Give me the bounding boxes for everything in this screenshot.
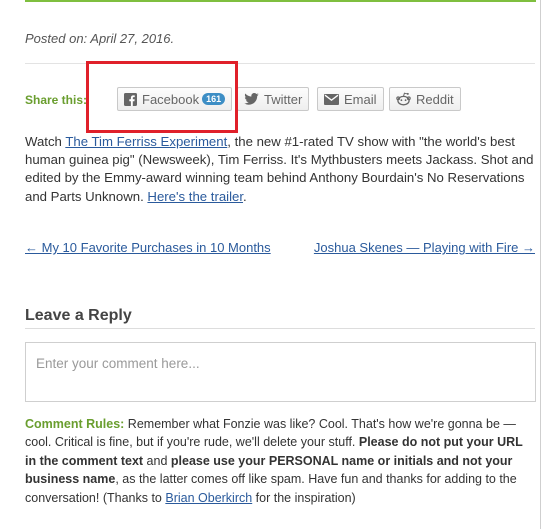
email-share-button[interactable]: Email xyxy=(317,87,384,111)
twitter-share-button[interactable]: Twitter xyxy=(237,87,310,111)
right-border xyxy=(540,0,541,529)
previous-post-link[interactable]: ← My 10 Favorite Purchases in 10 Months xyxy=(25,240,271,255)
comment-rules-label: Comment Rules: xyxy=(25,417,125,431)
body-text: . xyxy=(243,188,247,204)
next-post-link[interactable]: Joshua Skenes — Playing with Fire → xyxy=(314,240,535,255)
leave-reply-heading: Leave a Reply xyxy=(25,307,132,324)
comment-rules: Comment Rules: Remember what Fonzie was … xyxy=(25,415,537,507)
posted-date: Posted on: April 27, 2016. xyxy=(25,31,175,46)
divider xyxy=(25,328,535,329)
twitter-icon xyxy=(244,93,259,105)
email-icon xyxy=(324,93,339,105)
reddit-icon xyxy=(396,92,411,106)
body-text: Watch xyxy=(25,134,66,149)
reddit-share-button[interactable]: Reddit xyxy=(389,87,461,111)
rules-text: and xyxy=(143,453,171,468)
comment-input[interactable] xyxy=(25,342,536,402)
reddit-share-label: Reddit xyxy=(416,91,454,107)
twitter-share-label: Twitter xyxy=(264,91,303,107)
email-share-label: Email xyxy=(344,91,377,107)
share-label: Share this: xyxy=(25,93,88,107)
trailer-link[interactable]: Here's the trailer xyxy=(147,189,243,204)
brian-oberkirch-link[interactable]: Brian Oberkirch xyxy=(165,491,252,505)
post-body: Watch The Tim Ferriss Experiment, the ne… xyxy=(25,133,537,206)
tim-ferriss-experiment-link[interactable]: The Tim Ferriss Experiment xyxy=(65,134,227,149)
rules-text: for the inspiration) xyxy=(252,490,356,505)
top-divider xyxy=(25,0,536,2)
highlight-annotation-box xyxy=(86,61,238,133)
